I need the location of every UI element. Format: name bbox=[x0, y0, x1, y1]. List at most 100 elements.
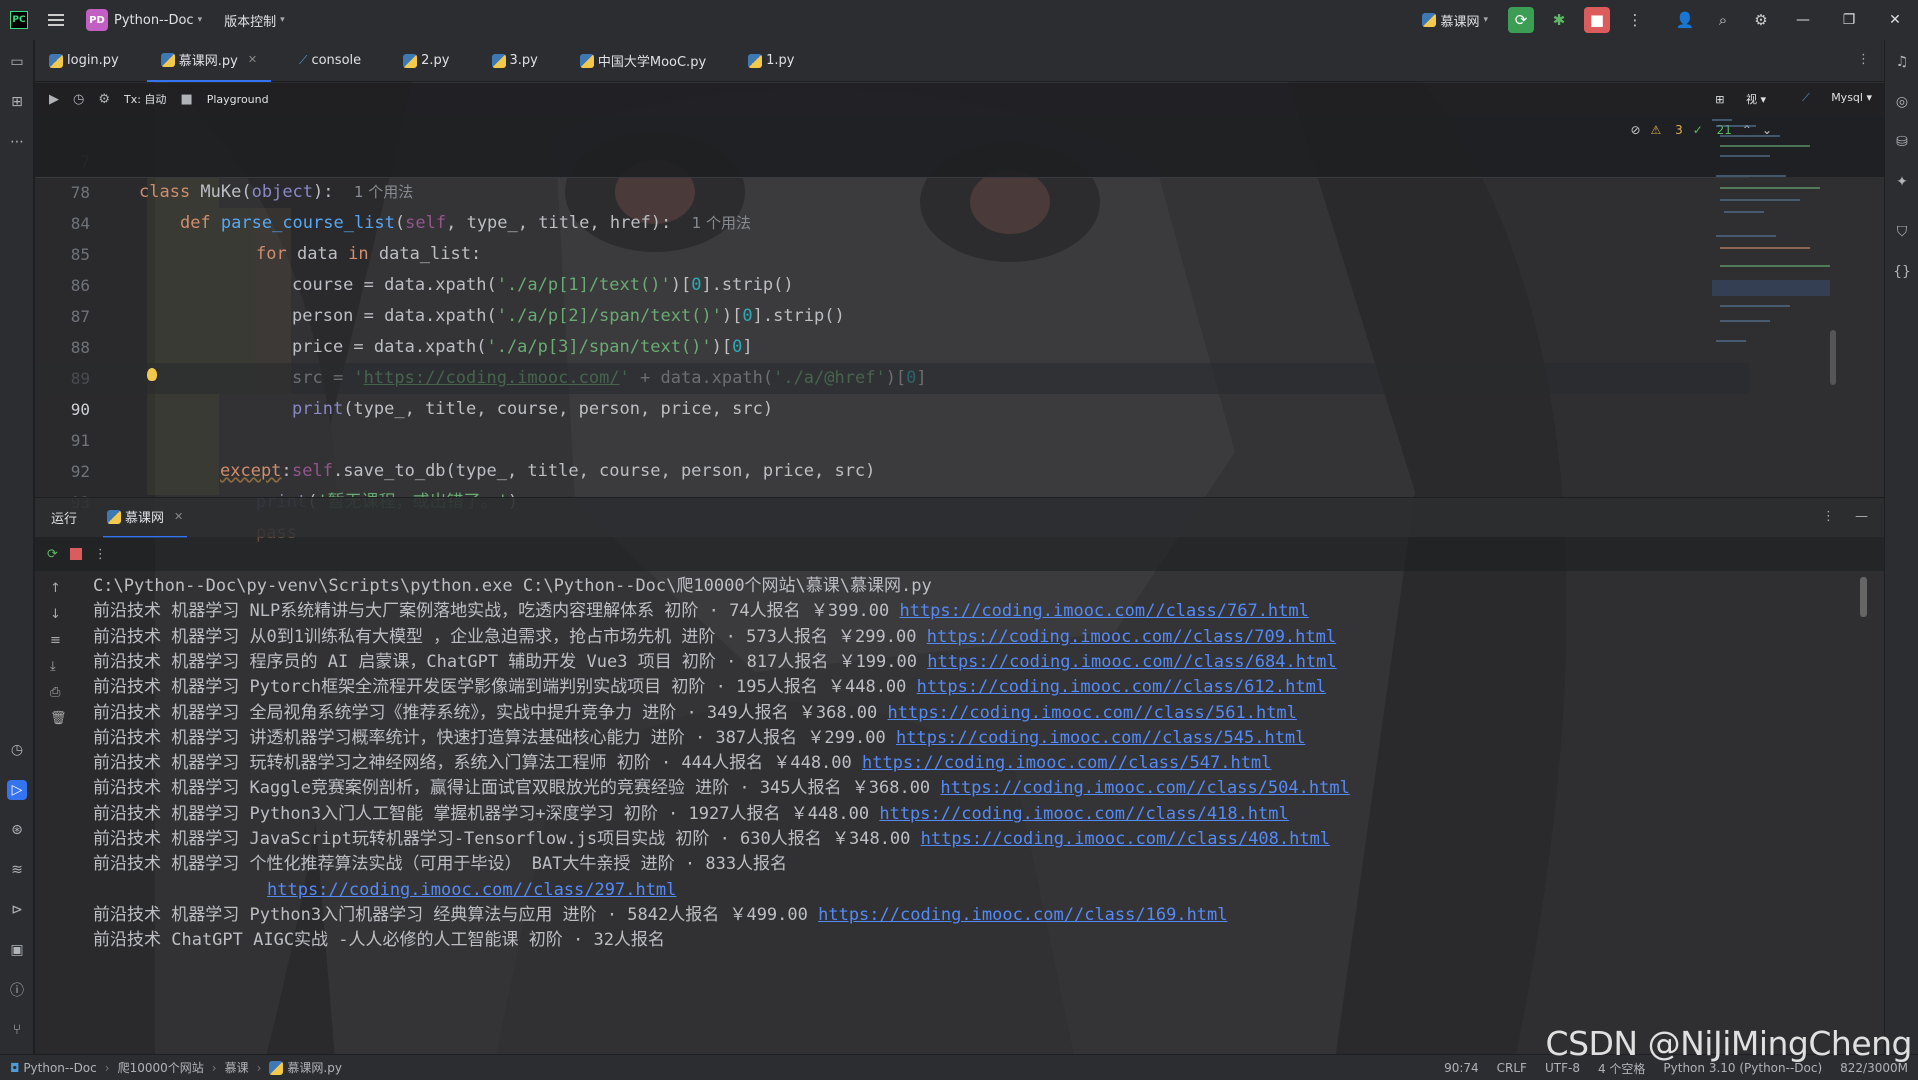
console-link[interactable]: https://coding.imooc.com//class/709.html bbox=[927, 627, 1336, 647]
git-branch-icon[interactable]: ⑂ bbox=[7, 1020, 27, 1040]
run-tool-icon[interactable]: ▷ bbox=[7, 780, 27, 800]
tab-mooc-active[interactable]: 慕课网.py ✕ bbox=[146, 40, 272, 82]
console-scrollbar[interactable] bbox=[1860, 577, 1867, 617]
add-user-icon[interactable]: 👤 bbox=[1672, 7, 1698, 33]
console-link[interactable]: https://coding.imooc.com//class/561.html bbox=[888, 703, 1297, 723]
services-icon[interactable]: ⊳ bbox=[7, 900, 27, 920]
problems-icon[interactable]: ⓘ bbox=[7, 980, 27, 1000]
breadcrumb-item[interactable]: 慕课网.py bbox=[287, 1059, 342, 1076]
debug-bug-icon[interactable]: ✱ bbox=[1546, 7, 1572, 33]
search-icon[interactable]: ⌕ bbox=[1710, 7, 1736, 33]
datasource-icon: ⟋ bbox=[1801, 91, 1810, 104]
console-link[interactable]: https://coding.imooc.com//class/547.html bbox=[862, 753, 1271, 773]
console-output[interactable]: C:\Python--Doc\py-venv\Scripts\python.ex… bbox=[93, 571, 1873, 1051]
python-packages-icon[interactable]: ⊛ bbox=[7, 820, 27, 840]
security-shield-icon[interactable]: ⛉ bbox=[1892, 222, 1912, 242]
arrow-up-icon[interactable]: ↑ bbox=[50, 581, 61, 596]
console-link[interactable]: https://coding.imooc.com//class/504.html bbox=[940, 778, 1349, 798]
editor-scrollbar[interactable] bbox=[1830, 330, 1836, 385]
notifications-bell-icon[interactable]: ♫ bbox=[1892, 52, 1912, 72]
more-actions-icon[interactable]: ⋮ bbox=[1822, 509, 1835, 524]
close-window-button[interactable]: ✕ bbox=[1872, 0, 1918, 40]
tab-2py[interactable]: 2.py bbox=[389, 40, 463, 82]
more-actions-icon[interactable]: ⋮ bbox=[1622, 7, 1648, 33]
console-text: 前沿技术 机器学习 全局视角系统学习《推荐系统》，实战中提升竞争力 进阶 · 3… bbox=[93, 703, 888, 723]
execute-play-icon[interactable]: ▶ bbox=[49, 92, 59, 107]
tab-login[interactable]: login.py bbox=[35, 40, 133, 82]
breadcrumb-item[interactable]: 爬10000个网站 bbox=[118, 1059, 204, 1076]
run-configuration-selector[interactable]: 慕课网 ▾ bbox=[1422, 11, 1488, 30]
project-name[interactable]: Python--Doc bbox=[114, 13, 194, 28]
trash-icon[interactable]: 🗑 bbox=[50, 711, 67, 726]
console-link[interactable]: https://coding.imooc.com//class/169.html bbox=[818, 905, 1227, 925]
transaction-mode-dropdown[interactable]: Tx: 自动 bbox=[124, 91, 166, 107]
python-interpreter[interactable]: Python 3.10 (Python--Doc) bbox=[1663, 1061, 1822, 1075]
console-link[interactable]: https://coding.imooc.com//class/297.html bbox=[267, 880, 676, 900]
code-braces-icon[interactable]: {} bbox=[1892, 262, 1912, 282]
line-separator[interactable]: CRLF bbox=[1497, 1061, 1527, 1075]
console-link[interactable]: https://coding.imooc.com//class/408.html bbox=[921, 829, 1330, 849]
close-icon[interactable]: ✕ bbox=[248, 53, 257, 66]
code-minimap[interactable] bbox=[1706, 115, 1830, 495]
memory-indicator[interactable]: 822/3000M bbox=[1840, 1061, 1908, 1075]
more-tabs-icon[interactable]: ⋮ bbox=[1857, 52, 1870, 67]
console-link[interactable]: https://coding.imooc.com//class/545.html bbox=[896, 728, 1305, 748]
project-badge[interactable]: PD bbox=[86, 9, 108, 31]
console-link[interactable]: https://coding.imooc.com//class/418.html bbox=[879, 804, 1288, 824]
caret-position[interactable]: 90:74 bbox=[1444, 1061, 1479, 1075]
layers-icon[interactable]: ≋ bbox=[7, 860, 27, 880]
stop-icon[interactable] bbox=[69, 548, 82, 560]
print-icon[interactable]: ⎙ bbox=[50, 685, 60, 700]
sticky-line-def[interactable]: 78 def parse_course_list(self, type_, ti… bbox=[35, 146, 1884, 233]
gear-icon[interactable]: ⚙ bbox=[98, 92, 110, 107]
code-editor[interactable]: 7 class MuKe(object): 1 个用法 78 def parse… bbox=[35, 115, 1884, 543]
playground-dropdown[interactable]: Playground bbox=[207, 93, 269, 106]
ai-assistant-icon[interactable]: ◎ bbox=[1892, 92, 1912, 112]
chevron-down-icon[interactable]: ▾ bbox=[280, 15, 285, 25]
more-actions-icon[interactable]: ⋮ bbox=[94, 547, 107, 562]
restore-window-button[interactable]: ❐ bbox=[1826, 0, 1872, 40]
breadcrumb-item[interactable]: 慕课 bbox=[225, 1059, 249, 1076]
soft-wrap-icon[interactable]: ≡ bbox=[50, 633, 61, 648]
history-icon[interactable]: ◷ bbox=[7, 740, 27, 760]
chevron-down-icon[interactable]: ▾ bbox=[198, 15, 203, 25]
tab-3py[interactable]: 3.py bbox=[478, 40, 552, 82]
arrow-down-icon[interactable]: ↓ bbox=[50, 607, 61, 622]
console-link[interactable]: https://coding.imooc.com//class/684.html bbox=[927, 652, 1336, 672]
lightbulb-icon[interactable] bbox=[147, 368, 157, 381]
python-file-icon bbox=[403, 53, 418, 68]
python-file-icon bbox=[491, 53, 506, 68]
console-text: 前沿技术 机器学习 讲透机器学习概率统计，快速打造算法基础核心能力 进阶 · 3… bbox=[93, 728, 896, 748]
tab-1py[interactable]: 1.py bbox=[734, 40, 808, 82]
chevron-right-icon: › bbox=[104, 1060, 110, 1075]
tab-mooc-china[interactable]: 中国大学MooC.py bbox=[566, 40, 720, 82]
sticky-line-class[interactable]: 7 class MuKe(object): 1 个用法 bbox=[35, 115, 1884, 202]
tab-console[interactable]: ⟋ console bbox=[285, 40, 375, 82]
minimize-window-button[interactable]: — bbox=[1780, 0, 1826, 40]
history-icon[interactable]: ◷ bbox=[73, 92, 84, 107]
minimize-panel-icon[interactable]: — bbox=[1855, 509, 1868, 524]
file-encoding[interactable]: UTF-8 bbox=[1545, 1061, 1580, 1075]
database-icon[interactable]: ⛁ bbox=[1892, 132, 1912, 152]
stop-square-icon[interactable]: ■ bbox=[180, 92, 192, 107]
console-link[interactable]: https://coding.imooc.com//class/767.html bbox=[899, 601, 1308, 621]
view-dropdown[interactable]: ⊞ 视 ▾ bbox=[1697, 91, 1766, 107]
plugins-icon[interactable]: ✦ bbox=[1892, 172, 1912, 192]
folder-icon[interactable]: ▭ bbox=[7, 52, 27, 72]
gear-icon[interactable]: ⚙ bbox=[1748, 7, 1774, 33]
close-icon[interactable]: ✕ bbox=[174, 510, 183, 523]
stop-button[interactable]: ■ bbox=[1584, 7, 1610, 33]
vcs-menu[interactable]: 版本控制 bbox=[224, 11, 276, 30]
rerun-button[interactable]: ⟳ bbox=[1508, 7, 1534, 33]
breadcrumb-item[interactable]: Python--Doc bbox=[23, 1061, 96, 1075]
tab-label: console bbox=[311, 53, 362, 68]
scroll-to-end-icon[interactable]: ⤓ bbox=[50, 659, 56, 674]
datasource-dropdown[interactable]: ⟋ Mysql ▾ bbox=[1784, 91, 1872, 107]
main-menu-icon[interactable] bbox=[48, 14, 64, 26]
more-tools-icon[interactable]: ⋯ bbox=[7, 132, 27, 152]
rerun-icon[interactable]: ⟳ bbox=[47, 547, 58, 562]
structure-icon[interactable]: ⊞ bbox=[7, 92, 27, 112]
run-tab-mooc[interactable]: 慕课网 ✕ bbox=[103, 498, 188, 538]
terminal-icon[interactable]: ▣ bbox=[7, 940, 27, 960]
console-link[interactable]: https://coding.imooc.com//class/612.html bbox=[917, 677, 1326, 697]
